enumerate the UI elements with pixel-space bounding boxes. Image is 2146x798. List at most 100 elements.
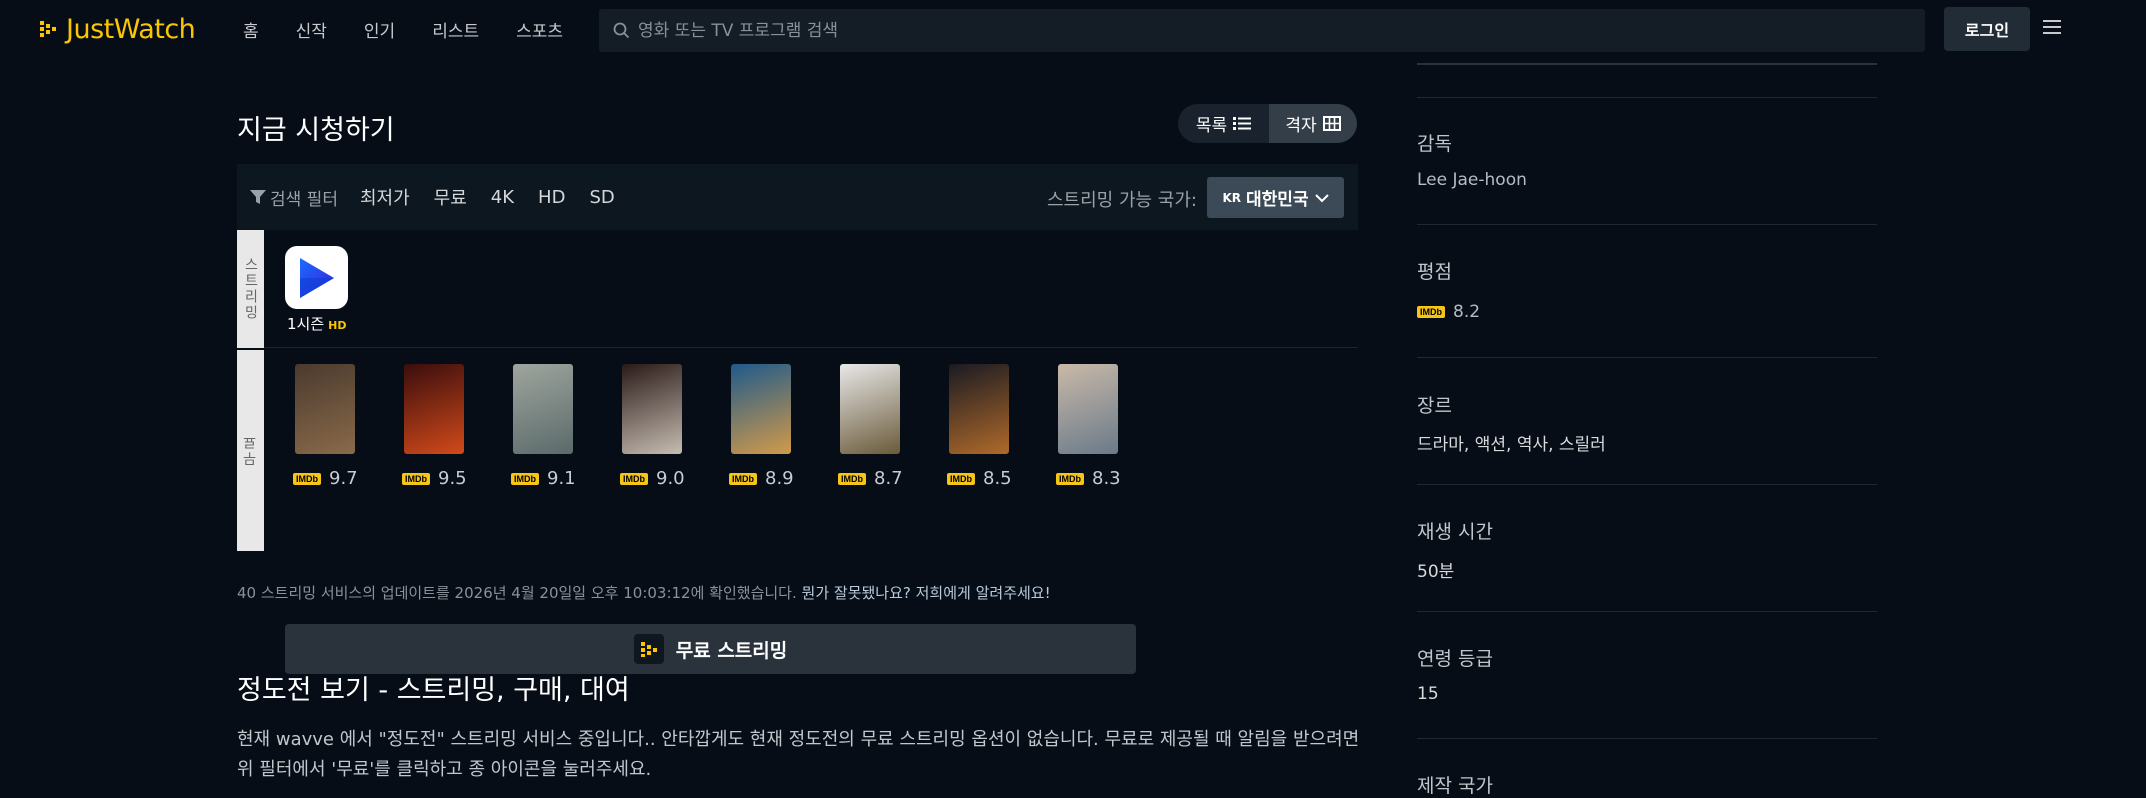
age-rating-value: 15 [1417,684,1439,704]
filter-bar: 검색 필터 최저가 무료 4K HD SD 스트리밍 가능 국가: KR 대한민… [237,164,1358,230]
update-note-text: 40 스트리밍 서비스의 업데이트를 2026년 4월 20일일 오후 10:0… [237,584,797,602]
logo-text: JustWatch [66,14,196,45]
runtime-label: 재생 시간 [1417,521,1493,543]
runtime-section: 재생 시간 50분 [1417,484,1877,611]
view-grid-label: 격자 [1285,116,1317,136]
top-header: JustWatch 홈 신작 인기 리스트 스포츠 로그인 [0,0,2146,60]
genre-value: 드라마, 액션, 역사, 스릴러 [1417,435,1606,455]
view-list-label: 목록 [1195,116,1228,136]
imdb-badge: IMDb [293,472,321,485]
quality-badge: HD [328,319,347,332]
nav-lists[interactable]: 리스트 [432,17,479,42]
rating-section: 평점 IMDb 8.2 [1417,224,1877,357]
imdb-score-value: 9.0 [656,468,685,489]
filter-hd[interactable]: HD [538,187,565,208]
poster-imdb-score: IMDb 8.7 [838,468,903,489]
nav-new[interactable]: 신작 [296,17,327,42]
main-nav: 홈 신작 인기 리스트 스포츠 [243,17,600,42]
view-list-button[interactable]: 목록 [1178,104,1269,143]
age-rating-label: 연령 등급 [1417,648,1493,670]
search-icon [613,22,630,39]
filter-label[interactable]: 검색 필터 [270,185,338,210]
imdb-badge: IMDb [620,472,648,485]
chevron-down-icon [1314,193,1329,202]
director-section: 감독 Lee Jae-hoon [1417,97,1877,224]
country-code: KR [1222,190,1241,205]
director-value[interactable]: Lee Jae-hoon [1417,170,1527,190]
report-issue-link[interactable]: 뭔가 잘못됐나요? 저희에게 알려주세요! [802,584,1051,602]
nav-popular[interactable]: 인기 [364,17,395,42]
free-title-poster[interactable] [1058,364,1118,454]
play-logo-icon [299,257,334,298]
country-select[interactable]: KR 대한민국 [1207,177,1344,218]
free-title-poster[interactable] [622,364,682,454]
free-streaming-label: 무료 스트리밍 [675,639,788,662]
imdb-score-value: 9.7 [329,468,358,489]
justwatch-badge-icon [633,634,664,664]
imdb-badge: IMDb [729,472,757,485]
stream-row-label: 스트리밍 [237,230,264,348]
imdb-badge: IMDb [838,472,866,485]
filter-4k[interactable]: 4K [491,187,514,208]
poster-imdb-score: IMDb 9.1 [511,468,576,489]
justwatch-logo[interactable]: JustWatch [40,14,196,45]
free-row-label: 무료 [237,350,264,551]
age-rating-section: 연령 등급 15 [1417,611,1877,738]
free-title-poster[interactable] [731,364,791,454]
poster-imdb-score: IMDb 9.5 [402,468,467,489]
imdb-score-value: 8.9 [765,468,794,489]
rating-label: 평점 [1417,261,1452,283]
divider [1417,63,1877,65]
season-count: 1시즌 [287,315,325,333]
watch-now-title: 지금 시청하기 [237,115,395,146]
stream-offers-row: 스트리밍 1시즌 HD [237,230,1358,348]
free-title-poster[interactable] [295,364,355,454]
poster-imdb-score: IMDb 9.0 [620,468,685,489]
genre-section: 장르 드라마, 액션, 역사, 스릴러 [1417,357,1877,484]
runtime-value: 50분 [1417,562,1455,582]
director-label: 감독 [1417,133,1452,155]
country-label: 스트리밍 가능 국가: [1047,190,1197,211]
view-grid-button[interactable]: 격자 [1269,104,1357,143]
free-offers-row: 무료 IMDb 9.7 IMDb 9.5 IMDb 9.1 IMDb 9.0 IMDb 8.9 IM… [237,350,1358,674]
imdb-badge: IMDb [402,472,430,485]
nav-home[interactable]: 홈 [243,17,259,42]
imdb-score-value: 9.5 [438,468,467,489]
poster-imdb-score: IMDb 8.3 [1056,468,1121,489]
filter-lowest-price[interactable]: 최저가 [360,184,410,210]
imdb-badge: IMDb [1417,306,1445,318]
watch-info-heading: 정도전 보기 - 스트리밍, 구매, 대여 [237,675,630,706]
imdb-score-value: 9.1 [547,468,576,489]
search-input[interactable] [638,20,1838,41]
filter-sd[interactable]: SD [589,187,614,208]
wavve-provider-icon[interactable] [285,246,348,309]
production-country-label: 제작 국가 [1417,775,1493,797]
provider-season: 1시즌 HD [287,313,347,334]
search-bar[interactable] [599,9,1925,52]
free-title-poster[interactable] [404,364,464,454]
logo-icon [40,20,56,37]
country-section: 제작 국가 [1417,738,1877,798]
free-title-poster[interactable] [840,364,900,454]
imdb-badge: IMDb [511,472,539,485]
imdb-score-value: 8.7 [874,468,903,489]
poster-imdb-score: IMDb 9.7 [293,468,358,489]
hamburger-menu-icon[interactable] [2043,18,2063,36]
watch-info-description: 현재 wavve 에서 "정도전" 스트리밍 서비스 중입니다.. 안타깝게도 … [237,729,1360,780]
rating-row: IMDb 8.2 [1417,302,1480,322]
genre-label: 장르 [1417,395,1452,417]
imdb-badge: IMDb [1056,472,1084,485]
filter-free[interactable]: 무료 [434,184,467,210]
free-streaming-button[interactable]: 무료 스트리밍 [285,624,1136,674]
nav-sports[interactable]: 스포츠 [516,17,563,42]
list-icon [1233,117,1252,130]
country-name: 대한민국 [1245,190,1309,210]
login-button[interactable]: 로그인 [1944,7,2030,51]
free-title-poster[interactable] [513,364,573,454]
grid-icon [1322,116,1341,131]
imdb-score-value: 8.3 [1092,468,1121,489]
free-title-poster[interactable] [949,364,1009,454]
poster-imdb-score: IMDb 8.9 [729,468,794,489]
imdb-score-value: 8.5 [983,468,1012,489]
imdb-badge: IMDb [947,472,975,485]
